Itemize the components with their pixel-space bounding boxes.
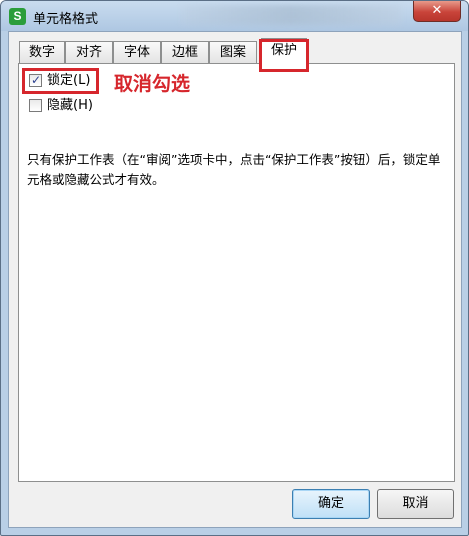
- dialog-title: 单元格格式: [33, 12, 99, 27]
- hidden-label[interactable]: 隐藏(H): [47, 98, 93, 114]
- dialog-body: 数字 对齐 字体 边框 图案 保护 ✓ 锁定(L) 取消勾选 隐藏(H) 只有保…: [8, 31, 462, 528]
- close-icon: ✕: [431, 3, 443, 18]
- tab-pattern[interactable]: 图案: [209, 41, 257, 63]
- hidden-option[interactable]: 隐藏(H): [29, 98, 99, 114]
- locked-label[interactable]: 锁定(L): [47, 73, 90, 89]
- close-button[interactable]: ✕: [413, 1, 461, 22]
- app-logo-icon: S: [9, 8, 26, 25]
- cancel-button[interactable]: 取消: [377, 489, 454, 519]
- hidden-checkbox[interactable]: [29, 99, 42, 112]
- tab-number[interactable]: 数字: [19, 41, 65, 63]
- protection-tab-highlight: [259, 39, 309, 72]
- tab-border[interactable]: 边框: [161, 41, 209, 63]
- tab-alignment[interactable]: 对齐: [65, 41, 113, 63]
- protection-description: 只有保护工作表（在“审阅”选项卡中，点击“保护工作表”按钮）后，锁定单元格或隐藏…: [27, 152, 441, 187]
- checkmark-icon: ✓: [31, 73, 42, 87]
- locked-checkbox[interactable]: ✓: [29, 73, 42, 87]
- annotation-text: 取消勾选: [114, 73, 191, 95]
- blurred-background: [181, 5, 401, 25]
- protection-panel: ✓ 锁定(L) 取消勾选 隐藏(H) 只有保护工作表（在“审阅”选项卡中，点击“…: [18, 63, 455, 482]
- title-bar[interactable]: S 单元格格式 ✕: [1, 1, 468, 31]
- tab-font[interactable]: 字体: [113, 41, 161, 63]
- ok-button[interactable]: 确定: [292, 489, 370, 519]
- locked-option[interactable]: ✓ 锁定(L): [29, 73, 99, 89]
- dialog-window: S 单元格格式 ✕ 数字 对齐 字体 边框 图案 保护 ✓ 锁定(L) 取消勾选: [0, 0, 469, 536]
